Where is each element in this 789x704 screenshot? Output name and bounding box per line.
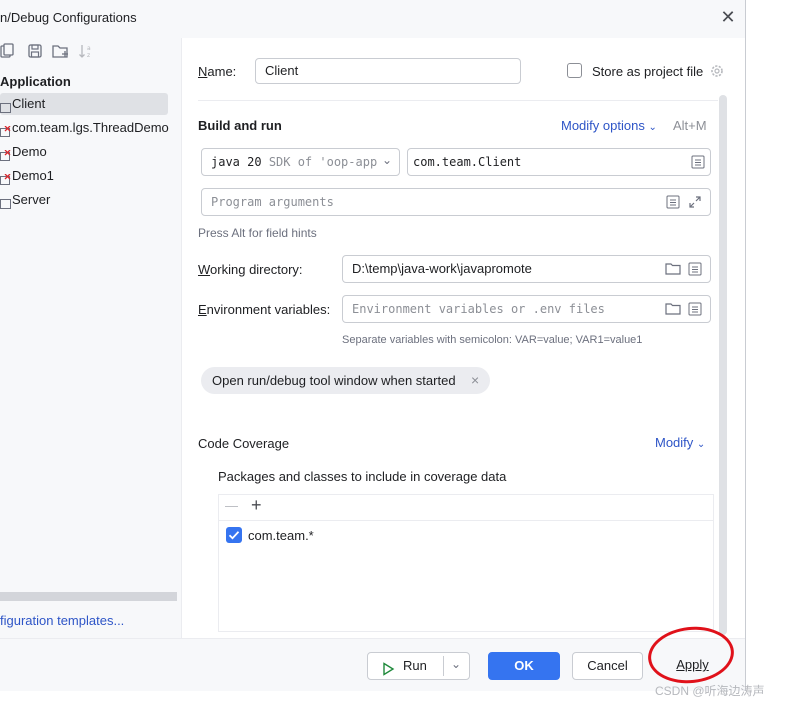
application-config-error-icon (0, 170, 11, 185)
main-class-value: com.team.Client (413, 155, 522, 169)
jdk-select-value: java 20 SDK of 'oop-app (211, 149, 377, 175)
tree-item-label: Client (12, 96, 46, 111)
ok-button[interactable]: OK (488, 652, 560, 680)
coverage-modify-link[interactable]: Modify ⌄ (655, 435, 705, 450)
chevron-down-icon: ⌄ (648, 122, 657, 133)
remove-entry-icon[interactable]: — (225, 498, 238, 513)
main-class-input[interactable]: com.team.Client (407, 148, 711, 176)
apply-button[interactable]: Apply (655, 652, 730, 680)
coverage-packages-table: — + com.team.* (218, 494, 714, 632)
dialog-button-bar: Run ⌄ OK Cancel Apply (0, 638, 745, 691)
tree-item-label: Demo1 (12, 168, 54, 183)
remove-option-icon[interactable]: × (471, 372, 479, 388)
modify-options-label: Modify options (561, 118, 645, 133)
packages-classes-label: Packages and classes to include in cover… (218, 469, 507, 484)
tree-item-label: Server (12, 192, 51, 207)
jdk-select[interactable]: java 20 SDK of 'oop-app ⌄ (201, 148, 400, 176)
add-entry-icon[interactable]: + (251, 495, 262, 516)
watermark: CSDN @听海边涛声 (655, 684, 765, 698)
configurations-tree-panel: az Application Client com.team.lgs.Threa… (0, 38, 182, 638)
coverage-table-toolbar: — + (219, 495, 713, 521)
application-config-icon (0, 98, 11, 113)
cancel-button[interactable]: Cancel (572, 652, 643, 680)
apply-button-label: Apply (676, 657, 709, 672)
working-directory-input[interactable]: D:\temp\java-work\javapromote (342, 255, 711, 283)
store-as-project-file-label[interactable]: Store as project file (592, 64, 703, 79)
window-title: n/Debug Configurations (0, 10, 137, 25)
copy-configuration-icon[interactable] (0, 43, 18, 61)
name-label-text: ame: (207, 64, 237, 79)
vertical-scrollbar[interactable] (719, 95, 727, 635)
open-tool-window-option-chip[interactable]: Open run/debug tool window when started … (201, 367, 490, 394)
edit-configuration-templates-link[interactable]: figuration templates... (0, 613, 124, 628)
tree-item-label: com.team.lgs.ThreadDemo (12, 120, 169, 135)
close-icon[interactable]: ✕ (718, 7, 738, 27)
tree-item-client[interactable]: Client (0, 93, 168, 115)
save-configuration-icon[interactable] (27, 43, 45, 61)
split-divider (443, 656, 444, 676)
folder-icon[interactable] (665, 302, 681, 318)
program-arguments-input[interactable]: Program arguments (201, 188, 711, 216)
name-label: Name: (198, 64, 237, 79)
sort-icon[interactable]: az (78, 43, 96, 61)
working-directory-value: D:\temp\java-work\javapromote (352, 261, 532, 276)
coverage-modify-label: Modify (655, 435, 694, 450)
jdk-detail: SDK of 'oop-app (268, 155, 378, 169)
new-folder-icon[interactable] (52, 43, 70, 61)
environment-variables-hint: Separate variables with semicolon: VAR=v… (342, 334, 643, 346)
modify-options-shortcut: Alt+M (673, 118, 707, 133)
modify-options-link[interactable]: Modify options ⌄ (561, 118, 657, 133)
build-and-run-title: Build and run (198, 118, 282, 133)
environment-variables-label: Environment variables: (198, 302, 331, 317)
list-icon[interactable] (688, 302, 704, 318)
environment-variables-input[interactable]: Environment variables or .env files (342, 295, 711, 323)
title-bar: n/Debug Configurations ✕ (0, 0, 745, 36)
tree-group-label: Application (0, 74, 71, 89)
svg-text:a: a (87, 45, 91, 52)
browse-list-icon[interactable] (691, 155, 707, 171)
coverage-entry-label: com.team.* (248, 528, 314, 543)
tree-item-label: Demo (12, 144, 47, 159)
application-config-icon (0, 194, 11, 209)
program-arguments-placeholder: Program arguments (211, 195, 334, 209)
horizontal-scrollbar[interactable] (0, 592, 177, 601)
list-icon[interactable] (666, 195, 682, 211)
application-config-error-icon (0, 146, 11, 161)
folder-icon[interactable] (665, 262, 681, 278)
working-directory-label: Working directory: (198, 262, 303, 277)
run-button-label[interactable]: Run (403, 653, 427, 679)
alt-field-hints-text: Press Alt for field hints (198, 226, 317, 240)
list-icon[interactable] (688, 262, 704, 278)
run-split-button: Run ⌄ (367, 652, 470, 680)
working-directory-label-text: orking directory: (210, 262, 303, 277)
name-input[interactable]: Client (255, 58, 521, 84)
chevron-down-icon: ⌄ (382, 153, 393, 167)
chevron-down-icon: ⌄ (696, 439, 706, 450)
option-chip-label: Open run/debug tool window when started (212, 373, 456, 388)
jdk-version: java 20 (211, 155, 262, 169)
chevron-down-icon[interactable]: ⌄ (451, 651, 461, 677)
separator (198, 100, 718, 101)
svg-text:z: z (87, 52, 90, 59)
environment-variables-placeholder: Environment variables or .env files (352, 302, 605, 316)
code-coverage-title: Code Coverage (198, 436, 290, 451)
expand-icon[interactable] (688, 195, 704, 211)
run-icon (381, 659, 395, 685)
environment-variables-label-text: nvironment variables: (206, 302, 331, 317)
application-config-error-icon (0, 122, 11, 137)
coverage-entry-checkbox[interactable] (226, 527, 242, 543)
run-debug-configurations-dialog: n/Debug Configurations ✕ az Application … (0, 0, 746, 691)
store-as-project-file-checkbox[interactable] (567, 63, 582, 78)
gear-icon[interactable] (709, 63, 725, 79)
name-input-value: Client (265, 63, 299, 78)
